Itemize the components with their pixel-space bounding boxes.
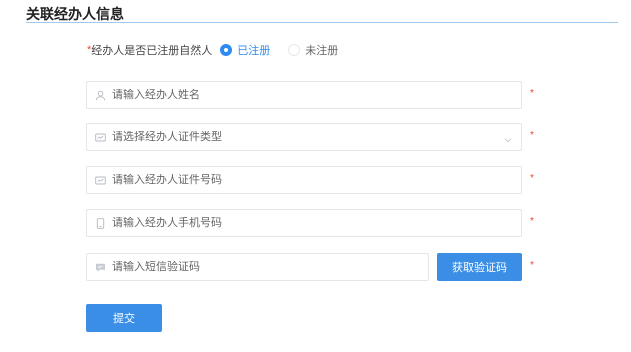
- message-icon: [95, 262, 106, 273]
- phone-input[interactable]: [112, 217, 521, 229]
- section-divider: [26, 22, 618, 23]
- registration-label: 经办人是否已注册自然人: [91, 45, 213, 57]
- id-card-icon: [95, 175, 106, 186]
- radio-unregistered[interactable]: 未注册: [288, 42, 338, 58]
- sms-code-field[interactable]: [86, 253, 429, 281]
- sms-code-input[interactable]: [112, 261, 428, 273]
- radio-unregistered-label: 未注册: [305, 45, 339, 57]
- get-code-button[interactable]: 获取验证码: [437, 253, 522, 281]
- radio-registered-label: 已注册: [237, 45, 271, 57]
- section-title: 关联经办人信息: [26, 6, 124, 22]
- radio-dot-icon: [288, 44, 301, 56]
- id-card-icon: [95, 132, 106, 143]
- radio-registered[interactable]: 已注册: [220, 42, 270, 58]
- id-number-input[interactable]: [112, 174, 521, 186]
- required-mark: *: [530, 173, 534, 184]
- required-mark: *: [530, 88, 534, 99]
- submit-button[interactable]: 提交: [86, 304, 162, 332]
- user-icon: [95, 90, 106, 101]
- id-type-input[interactable]: [112, 131, 503, 143]
- id-type-select[interactable]: [86, 123, 522, 151]
- name-field[interactable]: [86, 81, 522, 109]
- phone-field[interactable]: [86, 209, 522, 237]
- mobile-icon: [95, 217, 106, 229]
- registration-row: * 经办人是否已注册自然人 已注册 未注册: [87, 42, 356, 58]
- radio-dot-icon: [220, 44, 233, 56]
- required-mark: *: [530, 216, 534, 227]
- id-number-field[interactable]: [86, 166, 522, 194]
- chevron-down-icon[interactable]: [503, 132, 513, 143]
- name-input[interactable]: [112, 89, 521, 101]
- required-mark: *: [530, 260, 534, 271]
- required-mark: *: [530, 130, 534, 141]
